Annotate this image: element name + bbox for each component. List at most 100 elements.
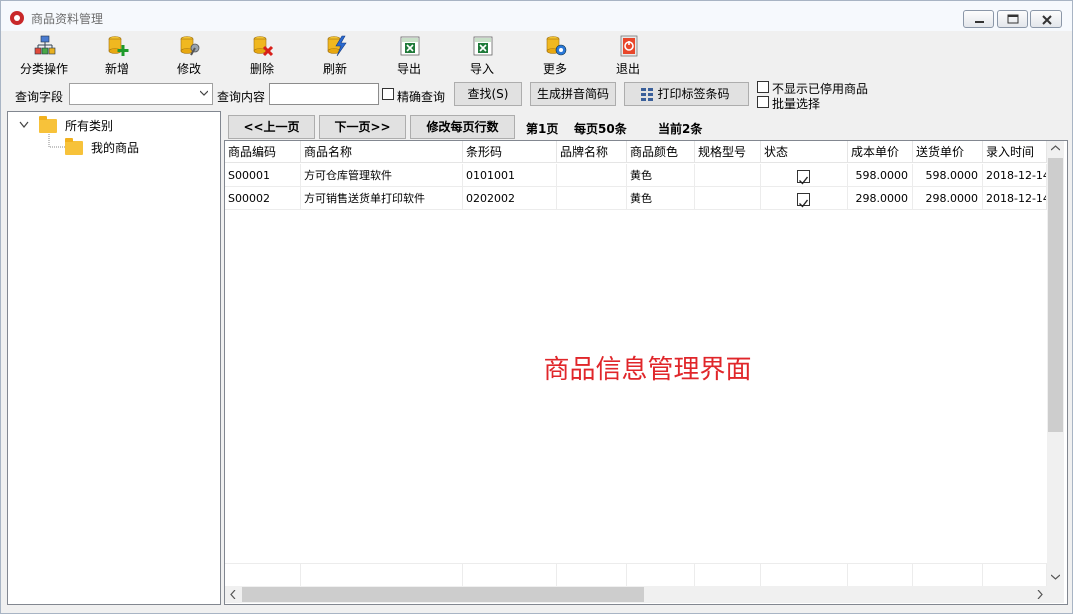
table-cell-cost: 298.0000 — [848, 187, 913, 210]
export-button[interactable]: 导出 — [379, 33, 439, 76]
empty-row-divider — [300, 563, 301, 586]
product-panel: <<上一页 下一页>> 修改每页行数 第1页 每页50条 当前2条 商品编码 商品… — [223, 111, 1068, 605]
column-header[interactable]: 条形码 — [463, 141, 557, 163]
delete-icon — [253, 36, 274, 57]
query-content-input[interactable] — [269, 83, 379, 105]
table-cell-spec — [695, 164, 761, 187]
table-cell-date: 2018-12-14 — [983, 187, 1047, 210]
scroll-left-icon[interactable] — [230, 590, 236, 599]
main-window: 商品资料管理 分类操作 新增 修改 删除 刷新 导出 导入 更多 退出 查询字段… — [0, 0, 1073, 614]
empty-row-border — [225, 563, 1047, 564]
empty-row-divider — [626, 563, 627, 586]
empty-row-divider — [760, 563, 761, 586]
product-table: 商品编码 商品名称 条形码 品牌名称 商品颜色 规格型号 状态 成本单价 送货单价 录入时间 S00… — [224, 140, 1068, 605]
pager-bar: <<上一页 下一页>> 修改每页行数 第1页 每页50条 当前2条 — [223, 111, 1068, 141]
column-header[interactable]: 商品编码 — [225, 141, 301, 163]
toolbar: 分类操作 新增 修改 删除 刷新 导出 导入 更多 退出 — [1, 31, 1072, 77]
scroll-up-icon[interactable] — [1051, 145, 1060, 151]
edit-icon — [180, 36, 200, 56]
tree-collapse-icon[interactable] — [19, 121, 29, 129]
empty-row-divider — [982, 563, 983, 586]
status-checkbox[interactable] — [797, 193, 810, 208]
import-button[interactable]: 导入 — [452, 33, 512, 76]
prev-page-button[interactable]: <<上一页 — [228, 115, 315, 139]
table-cell-color: 黄色 — [627, 187, 695, 210]
query-field-select[interactable] — [69, 83, 213, 105]
maximize-button[interactable] — [997, 10, 1028, 28]
table-cell-status — [761, 164, 848, 187]
current-count: 当前2条 — [658, 122, 703, 136]
per-page-count: 每页50条 — [574, 122, 627, 136]
app-icon — [10, 11, 24, 25]
scroll-corner — [1047, 586, 1064, 603]
rows-per-page-button[interactable]: 修改每页行数 — [410, 115, 515, 139]
caption-overlay: 商品信息管理界面 — [543, 355, 752, 385]
column-header[interactable]: 成本单价 — [848, 141, 913, 163]
category-icon — [34, 35, 56, 55]
column-header[interactable]: 商品名称 — [301, 141, 463, 163]
table-cell-price: 598.0000 — [913, 164, 983, 187]
column-header[interactable]: 规格型号 — [695, 141, 761, 163]
exit-button[interactable]: 退出 — [598, 33, 658, 76]
query-bar: 查询字段 查询内容 精确查询 查找(S) 生成拼音简码 打印标签条码 不显示已停… — [1, 79, 1072, 111]
table-cell-name: 方可销售送货单打印软件 — [301, 187, 463, 210]
close-button[interactable] — [1030, 10, 1062, 28]
add-button[interactable]: 新增 — [87, 33, 147, 76]
add-icon — [108, 36, 129, 56]
table-row[interactable]: S00001 方可仓库管理软件 0101001 黄色 598.0000 598.0000 2… — [225, 164, 1047, 187]
table-cell-code: S00002 — [225, 187, 301, 210]
more-gear-icon — [546, 36, 567, 56]
check-icon — [799, 199, 809, 208]
vertical-scroll-thumb[interactable] — [1048, 158, 1063, 432]
empty-row-divider — [462, 563, 463, 586]
status-checkbox[interactable] — [797, 170, 810, 185]
folder-icon — [39, 116, 57, 133]
table-cell-brand — [557, 187, 627, 210]
delete-button[interactable]: 删除 — [232, 33, 292, 76]
exact-query-label: 精确查询 — [397, 90, 446, 104]
table-cell-cost: 598.0000 — [848, 164, 913, 187]
empty-row-divider — [912, 563, 913, 586]
table-cell-barcode: 0101001 — [463, 164, 557, 187]
vertical-scrollbar[interactable] — [1047, 141, 1064, 587]
column-header[interactable]: 品牌名称 — [557, 141, 627, 163]
more-button[interactable]: 更多 — [525, 33, 585, 76]
folder-icon — [65, 138, 83, 155]
minimize-button[interactable] — [963, 10, 994, 28]
table-cell-code: S00001 — [225, 164, 301, 187]
hide-disabled-checkbox[interactable] — [757, 81, 769, 93]
exact-query-checkbox[interactable] — [382, 88, 394, 100]
table-row[interactable]: S00002 方可销售送货单打印软件 0202002 黄色 298.0000 298.00… — [225, 187, 1047, 210]
check-icon — [799, 176, 809, 185]
chevron-down-icon — [200, 90, 208, 96]
import-excel-icon — [473, 36, 493, 56]
batch-select-checkbox[interactable] — [757, 96, 769, 108]
generate-pinyin-button[interactable]: 生成拼音简码 — [530, 82, 616, 106]
horizontal-scroll-thumb[interactable] — [242, 587, 644, 602]
horizontal-scrollbar[interactable] — [225, 586, 1047, 603]
column-header[interactable]: 送货单价 — [913, 141, 983, 163]
column-header[interactable]: 状态 — [761, 141, 848, 163]
scroll-down-icon[interactable] — [1051, 574, 1060, 580]
category-button[interactable]: 分类操作 — [14, 33, 74, 76]
print-label-barcode-button[interactable]: 打印标签条码 — [624, 82, 749, 106]
table-cell-date: 2018-12-14 — [983, 164, 1047, 187]
batch-select-label: 批量选择 — [772, 97, 821, 111]
column-header[interactable]: 商品颜色 — [627, 141, 695, 163]
category-tree: 所有类别 我的商品 — [7, 111, 221, 605]
table-cell-status — [761, 187, 848, 210]
empty-row-divider — [556, 563, 557, 586]
edit-button[interactable]: 修改 — [159, 33, 219, 76]
column-header[interactable]: 录入时间 — [983, 141, 1047, 163]
refresh-button[interactable]: 刷新 — [305, 33, 365, 76]
scroll-right-icon[interactable] — [1037, 590, 1043, 599]
table-cell-name: 方可仓库管理软件 — [301, 164, 463, 187]
barcode-icon — [641, 88, 653, 101]
refresh-icon — [327, 35, 347, 57]
search-button[interactable]: 查找(S) — [454, 82, 522, 106]
export-excel-icon — [400, 36, 420, 56]
page-number: 第1页 — [526, 122, 559, 136]
next-page-button[interactable]: 下一页>> — [319, 115, 406, 139]
title-bar: 商品资料管理 — [1, 1, 1072, 31]
table-cell-barcode: 0202002 — [463, 187, 557, 210]
